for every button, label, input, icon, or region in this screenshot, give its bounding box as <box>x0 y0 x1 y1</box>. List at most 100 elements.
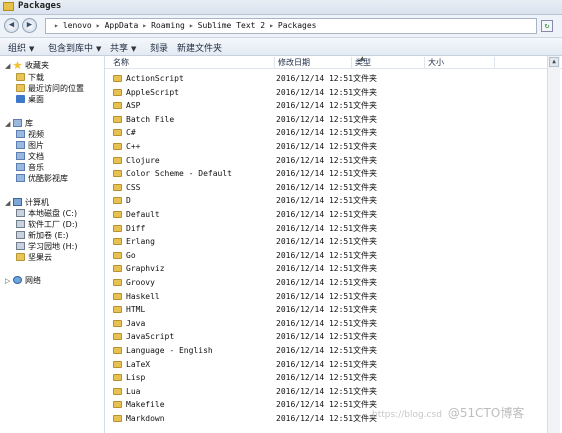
nav-item-drive-c[interactable]: 本地磁盘 (C:) <box>16 208 77 219</box>
chevron-down-icon: ▼ <box>96 45 102 53</box>
breadcrumb-packages[interactable]: Packages <box>278 21 317 30</box>
file-row[interactable]: Graphviz 2016/12/14 12:51 文件夹 <box>105 262 545 275</box>
file-row[interactable]: Color Scheme - Default 2016/12/14 12:51 文件… <box>105 167 545 180</box>
nav-item-desktop[interactable]: 桌面 <box>16 94 44 105</box>
nav-item-pictures[interactable]: 图片 <box>16 140 44 151</box>
folder-icon <box>113 292 122 300</box>
file-row[interactable]: Lisp 2016/12/14 12:51 文件夹 <box>105 371 545 384</box>
file-row[interactable]: Groovy 2016/12/14 12:51 文件夹 <box>105 276 545 289</box>
file-row[interactable]: Clojure 2016/12/14 12:51 文件夹 <box>105 154 545 167</box>
breadcrumb-sublime[interactable]: Sublime Text 2 <box>198 21 265 30</box>
burn-button[interactable]: 刻录 <box>150 41 168 54</box>
file-row[interactable]: Go 2016/12/14 12:51 文件夹 <box>105 249 545 262</box>
nav-item-music[interactable]: 音乐 <box>16 162 44 173</box>
scroll-up-icon[interactable]: ▲ <box>549 57 559 67</box>
collapse-icon[interactable]: ◢ <box>5 198 13 209</box>
refresh-icon[interactable]: ↻ <box>541 20 553 32</box>
organize-menu[interactable]: 组织 ▼ <box>8 41 34 54</box>
column-header-size[interactable]: 大小 <box>425 57 495 68</box>
breadcrumb-appdata[interactable]: AppData <box>105 21 139 30</box>
nav-computer[interactable]: ◢ 计算机 <box>5 197 49 208</box>
file-row[interactable]: Batch File 2016/12/14 12:51 文件夹 <box>105 113 545 126</box>
file-date: 2016/12/14 12:51 <box>276 114 354 124</box>
file-row[interactable]: Haskell 2016/12/14 12:51 文件夹 <box>105 290 545 303</box>
column-header-date[interactable]: 修改日期 <box>275 57 352 68</box>
collapse-icon[interactable]: ◢ <box>5 61 13 72</box>
file-date: 2016/12/14 12:51 <box>276 169 354 179</box>
file-row[interactable]: HTML 2016/12/14 12:51 文件夹 <box>105 303 545 316</box>
address-bar[interactable]: ▸ lenovo ▸ AppData ▸ Roaming ▸ Sublime Text 2 ▸ P… <box>45 18 537 34</box>
file-name: Lua <box>126 386 141 396</box>
folder-icon <box>113 75 122 82</box>
file-row[interactable]: CSS 2016/12/14 12:51 文件夹 <box>105 181 545 194</box>
nav-item-label: 优酷影视库 <box>28 174 68 183</box>
share-menu[interactable]: 共享 ▼ <box>110 41 136 54</box>
column-header-name[interactable]: 名称 <box>105 57 275 68</box>
watermark-brand: @51CTO博客 <box>447 406 525 420</box>
file-row[interactable]: C# 2016/12/14 12:51 文件夹 <box>105 126 545 139</box>
file-row[interactable]: C++ 2016/12/14 12:51 文件夹 <box>105 140 545 153</box>
nav-item-documents[interactable]: 文档 <box>16 151 44 162</box>
vertical-scrollbar[interactable]: ▲ <box>547 56 560 433</box>
file-row[interactable]: ActionScript 2016/12/14 12:51 文件夹 <box>105 72 545 85</box>
column-header-type[interactable]: 类型 <box>352 57 425 68</box>
file-row[interactable]: Lua 2016/12/14 12:51 文件夹 <box>105 385 545 398</box>
include-library-menu[interactable]: 包含到库中 ▼ <box>48 41 101 54</box>
file-row[interactable]: Erlang 2016/12/14 12:51 文件夹 <box>105 235 545 248</box>
folder-icon <box>113 183 122 191</box>
nav-network[interactable]: ▷ 网络 <box>5 275 41 286</box>
folder-icon <box>113 88 122 96</box>
folder-icon <box>113 319 122 327</box>
file-name: CSS <box>126 182 141 192</box>
recent-places-icon <box>16 84 25 92</box>
file-row[interactable]: JavaScript 2016/12/14 12:51 文件夹 <box>105 330 545 343</box>
file-type: 文件夹 <box>353 359 377 369</box>
file-row[interactable]: AppleScript 2016/12/14 12:51 文件夹 <box>105 86 545 99</box>
file-name: C++ <box>126 142 141 151</box>
breadcrumb-separator: ▸ <box>188 21 194 30</box>
forward-button[interactable]: ▶ <box>22 18 37 33</box>
nav-item-jianguoyun[interactable]: 坚果云 <box>16 252 52 263</box>
video-library-icon <box>16 174 25 182</box>
file-name: Graphviz <box>126 264 165 274</box>
file-row[interactable]: Language - English 2016/12/14 12:51 文件夹 <box>105 344 545 357</box>
file-date: 2016/12/14 12:51 <box>276 128 354 138</box>
cloud-drive-icon <box>16 253 25 261</box>
breadcrumb-roaming[interactable]: Roaming <box>151 21 185 30</box>
file-name: Erlang <box>126 237 155 247</box>
file-name: Color Scheme - Default <box>126 169 232 179</box>
file-row[interactable]: D 2016/12/14 12:51 文件夹 <box>105 194 545 207</box>
nav-item-drive-e[interactable]: 新加卷 (E:) <box>16 230 69 241</box>
nav-item-downloads[interactable]: 下载 <box>16 72 44 83</box>
nav-item-youku[interactable]: 优酷影视库 <box>16 173 68 184</box>
file-row[interactable]: ASP 2016/12/14 12:51 文件夹 <box>105 99 545 112</box>
command-bar: 组织 ▼ 包含到库中 ▼ 共享 ▼ 刻录 新建文件夹 <box>0 38 562 56</box>
file-row[interactable]: LaTeX 2016/12/14 12:51 文件夹 <box>105 358 545 371</box>
video-library-icon <box>16 130 25 138</box>
network-icon <box>13 276 22 284</box>
file-row[interactable]: Java 2016/12/14 12:51 文件夹 <box>105 317 545 330</box>
collapse-icon[interactable]: ▷ <box>5 276 13 287</box>
file-row[interactable]: Diff 2016/12/14 12:51 文件夹 <box>105 222 545 235</box>
computer-icon <box>13 198 22 206</box>
folder-icon <box>113 224 122 232</box>
folder-icon <box>113 306 122 314</box>
nav-item-videos[interactable]: 视频 <box>16 129 44 140</box>
folder-icon <box>113 197 122 205</box>
file-name: AppleScript <box>126 87 179 97</box>
breadcrumb-lenovo[interactable]: lenovo <box>63 21 92 30</box>
back-button[interactable]: ◀ <box>4 18 19 33</box>
file-row[interactable]: Default 2016/12/14 12:51 文件夹 <box>105 208 545 221</box>
nav-item-recent-places[interactable]: 最近访问的位置 <box>16 83 84 94</box>
nav-item-drive-d[interactable]: 软件工厂 (D:) <box>16 219 78 230</box>
folder-icon <box>113 415 122 422</box>
folder-icon <box>113 156 122 164</box>
file-date: 2016/12/14 12:51 <box>276 332 354 342</box>
nav-favorites[interactable]: ◢ 收藏夹 <box>5 60 49 71</box>
file-date: 2016/12/14 12:51 <box>276 142 354 151</box>
nav-item-drive-h[interactable]: 学习园地 (H:) <box>16 241 78 252</box>
nav-libraries[interactable]: ◢ 库 <box>5 118 33 129</box>
new-folder-button[interactable]: 新建文件夹 <box>177 41 222 54</box>
file-type: 文件夹 <box>353 142 377 151</box>
collapse-icon[interactable]: ◢ <box>5 119 13 130</box>
